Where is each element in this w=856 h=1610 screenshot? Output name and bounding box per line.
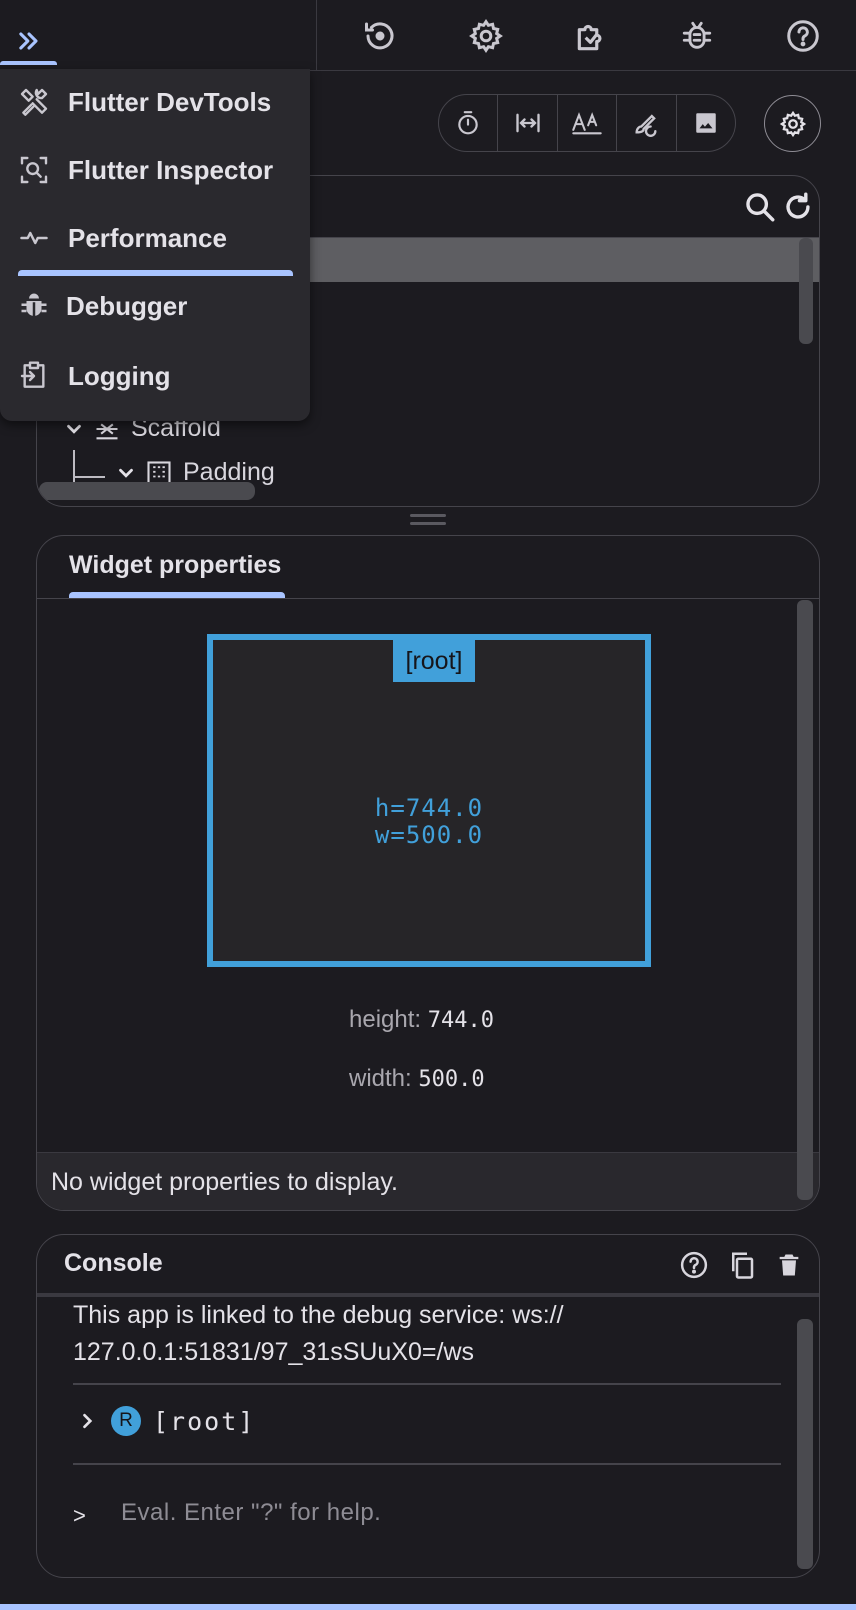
hot-restart-button[interactable] — [360, 16, 400, 56]
copy-icon — [732, 1252, 754, 1279]
console-title: Console — [64, 1249, 163, 1277]
clear-console-button[interactable] — [772, 1248, 806, 1282]
width-property-label: width: — [349, 1065, 412, 1092]
console-vertical-scrollbar[interactable] — [797, 1319, 813, 1569]
chevron-right-icon — [83, 1413, 93, 1429]
menu-item-label: Debugger — [66, 290, 188, 321]
menu-item-debugger[interactable]: Debugger — [0, 273, 310, 339]
expand-tab-indicator — [0, 61, 57, 65]
width-icon — [515, 113, 540, 133]
console-message-line: 127.0.0.1:51831/97_31sSUuX0=/ws — [73, 1338, 475, 1366]
height-dimension: h=744.0 — [374, 794, 484, 822]
copy-console-button[interactable] — [725, 1248, 759, 1282]
tab-widget-properties[interactable]: Widget properties — [69, 551, 281, 580]
extension-icon — [577, 24, 602, 51]
root-badge: R — [111, 1406, 141, 1436]
console-root-entry[interactable]: R [root] — [77, 1406, 255, 1436]
expand-sidebar-button[interactable] — [4, 20, 54, 62]
show-baselines-button[interactable] — [558, 95, 618, 151]
refresh-tree-button[interactable] — [781, 190, 815, 224]
height-property: height: 744.0 — [349, 1006, 494, 1034]
menu-item-label: Logging — [68, 360, 171, 391]
show-guidelines-button[interactable] — [498, 95, 558, 151]
menu-item-performance[interactable]: Performance — [0, 205, 310, 271]
eval-input[interactable] — [121, 1493, 721, 1533]
pulse-icon — [16, 220, 52, 256]
console-message: This app is linked to the debug service:… — [73, 1297, 773, 1371]
width-dimension: w=500.0 — [374, 821, 484, 849]
settings-gear-icon — [469, 19, 503, 53]
height-property-label: height: — [349, 1006, 422, 1033]
console-panel: Console This app is linked to the debug … — [36, 1234, 820, 1578]
panel-resize-handle[interactable] — [410, 514, 446, 528]
timer-icon — [458, 111, 478, 135]
tree-horizontal-scrollbar[interactable] — [39, 482, 255, 500]
eval-prompt: > — [73, 1503, 86, 1528]
search-button[interactable] — [743, 190, 777, 224]
root-tag: [root] — [393, 640, 475, 682]
image-icon — [696, 113, 716, 133]
width-property: width: 500.0 — [349, 1065, 485, 1093]
height-property-value: 744.0 — [427, 1008, 494, 1033]
highlight-images-button[interactable] — [677, 95, 735, 151]
top-toolbar — [0, 0, 856, 71]
inspector-icon — [16, 152, 52, 188]
history-icon — [365, 22, 394, 50]
bug-icon — [682, 21, 712, 49]
menu-item-logging[interactable]: Logging — [0, 343, 310, 409]
dimensions-label: h=744.0 w=500.0 — [213, 795, 645, 849]
widget-properties-panel: Widget properties [root] h=744.0 w=500.0… — [36, 535, 820, 1211]
highlight-repaints-button[interactable] — [617, 95, 677, 151]
refresh-icon — [786, 192, 810, 219]
repaint-icon — [635, 114, 657, 137]
search-icon — [746, 193, 775, 222]
help-icon — [680, 1251, 708, 1279]
layout-explorer-box: [root] h=744.0 w=500.0 — [207, 634, 651, 967]
properties-footer: No widget properties to display. — [37, 1152, 819, 1210]
console-separator — [73, 1383, 781, 1385]
double-chevron-right-icon — [19, 32, 38, 50]
inspector-toolbar — [438, 94, 736, 152]
console-separator — [73, 1463, 781, 1465]
toolbar-divider — [316, 0, 317, 71]
debug-button[interactable] — [677, 16, 717, 56]
selected-tree-row[interactable] — [309, 238, 819, 282]
navigation-menu: Flutter DevTools Flutter Inspector Perfo… — [0, 69, 310, 421]
menu-item-label: Flutter Inspector — [68, 154, 274, 185]
text-size-icon — [572, 112, 602, 135]
help-icon — [787, 20, 819, 52]
menu-item-flutter-inspector[interactable]: Flutter Inspector — [0, 137, 310, 203]
console-help-button[interactable] — [677, 1248, 711, 1282]
console-message-line: This app is linked to the debug service:… — [73, 1301, 564, 1329]
bottom-accent-bar — [0, 1604, 856, 1610]
tools-icon — [16, 84, 52, 120]
inspector-settings-button[interactable] — [764, 95, 821, 152]
empty-properties-message: No widget properties to display. — [51, 1168, 398, 1196]
tree-vertical-scrollbar[interactable] — [799, 238, 813, 344]
chevron-down-icon — [119, 468, 133, 478]
width-property-value: 500.0 — [418, 1067, 485, 1092]
trash-icon — [779, 1254, 799, 1276]
menu-item-flutter-devtools[interactable]: Flutter DevTools — [0, 69, 310, 135]
menu-item-label: Performance — [68, 222, 227, 253]
logging-icon — [16, 358, 52, 394]
settings-button[interactable] — [466, 16, 506, 56]
root-entry-label: [root] — [153, 1406, 256, 1436]
menu-item-label: Flutter DevTools — [68, 86, 272, 117]
tree-guide-line — [73, 476, 105, 478]
help-button[interactable] — [783, 16, 823, 56]
slow-animations-button[interactable] — [439, 95, 499, 151]
properties-vertical-scrollbar[interactable] — [797, 600, 813, 1200]
tab-divider — [37, 598, 819, 599]
settings-gear-icon — [779, 110, 806, 137]
bug-icon — [16, 288, 52, 324]
extensions-button[interactable] — [572, 16, 612, 56]
